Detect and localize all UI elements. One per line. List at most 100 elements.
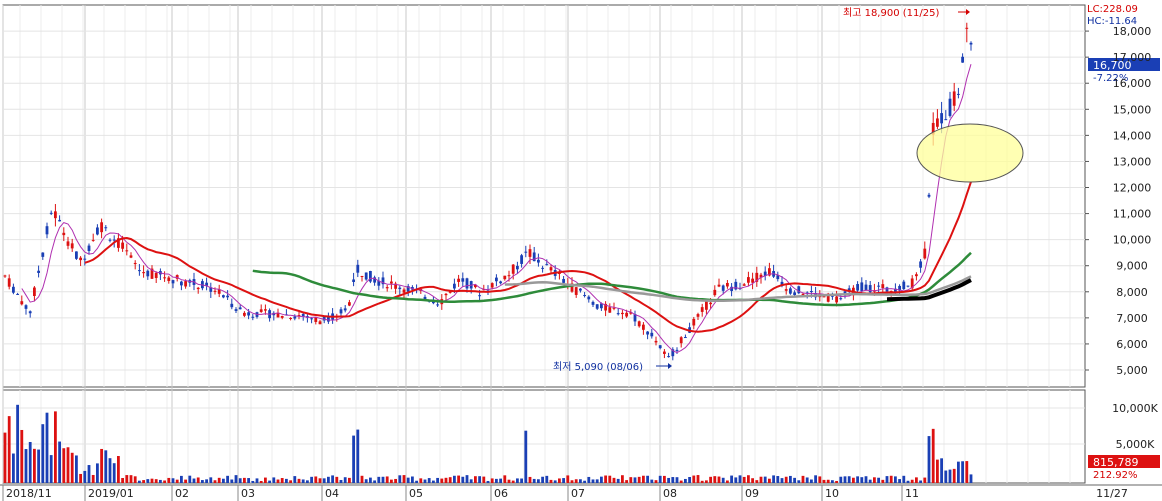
- volume-bar: [440, 478, 444, 483]
- volume-bar: [7, 416, 11, 483]
- volume-bar: [264, 477, 267, 483]
- candle-body: [650, 332, 654, 337]
- candle-body: [91, 239, 95, 241]
- candle-body: [511, 264, 515, 274]
- volume-bar: [520, 478, 523, 483]
- candle-body: [444, 293, 448, 296]
- volume-bar: [608, 475, 612, 483]
- grid: [2, 4, 1086, 484]
- volume-bar: [217, 477, 221, 483]
- candle-body: [184, 281, 187, 287]
- volume-bar: [360, 475, 364, 483]
- price-tick-label: 16,000: [1113, 77, 1152, 90]
- volume-bar: [658, 475, 662, 483]
- volume-bar: [66, 447, 70, 483]
- volume-bar: [419, 478, 423, 483]
- volume-bar: [364, 479, 368, 483]
- volume-bar: [915, 477, 918, 483]
- candle-body: [352, 279, 355, 282]
- candle-body: [490, 283, 494, 288]
- volume-bar: [805, 477, 809, 483]
- volume-bar: [314, 476, 318, 483]
- candle-body: [503, 275, 507, 280]
- candle-body: [961, 56, 964, 63]
- candle-body: [642, 324, 645, 330]
- volume-bar: [898, 479, 901, 483]
- candle-body: [923, 248, 927, 259]
- candle-body: [314, 317, 318, 322]
- candle-body: [33, 287, 36, 296]
- candle-body: [784, 289, 788, 291]
- volume-bar: [742, 476, 746, 483]
- volume-bar: [759, 476, 763, 483]
- volume-bar: [3, 432, 7, 483]
- x-tick-label: 10: [825, 487, 839, 500]
- candle-body: [608, 307, 612, 313]
- candle-body: [591, 301, 595, 305]
- volume-bar: [671, 477, 675, 483]
- volume-bar: [894, 476, 897, 483]
- volume-bar: [881, 479, 885, 483]
- volume-bar: [272, 477, 276, 483]
- volume-bar: [79, 473, 82, 483]
- candle-body: [45, 226, 49, 235]
- volume-current-pct: 212.92%: [1093, 470, 1138, 481]
- candle-body: [877, 285, 880, 287]
- volume-bar: [285, 478, 288, 483]
- volume-bar: [633, 477, 637, 483]
- candle-body: [247, 312, 250, 316]
- volume-bar: [280, 478, 284, 483]
- candle-body: [839, 298, 843, 300]
- volume-bar: [768, 478, 771, 483]
- candle-body: [868, 285, 872, 293]
- volume-bar: [726, 480, 729, 483]
- volume-bar: [558, 478, 561, 483]
- candle-body: [679, 337, 683, 344]
- volume-bar: [87, 465, 91, 483]
- candle-body: [751, 278, 754, 283]
- candle-body: [146, 270, 150, 277]
- volume-bar: [847, 476, 851, 483]
- volume-bar: [537, 479, 540, 483]
- candle-body: [180, 281, 183, 286]
- volume-bar: [482, 476, 486, 483]
- candle-body: [663, 351, 666, 354]
- volume-bar: [196, 477, 200, 483]
- volume-bar: [583, 480, 586, 483]
- volume-bar: [297, 478, 301, 483]
- candle-body: [667, 356, 670, 358]
- candle-body: [810, 291, 813, 293]
- volume-bar: [516, 478, 519, 483]
- candle-body: [726, 282, 729, 287]
- volume-bar: [969, 474, 973, 483]
- candle-body: [574, 287, 578, 295]
- volume-bar: [75, 455, 78, 483]
- volume-bar: [721, 477, 725, 483]
- volume-bar: [230, 479, 234, 483]
- candle-body: [49, 212, 53, 214]
- volume-bar: [415, 480, 418, 483]
- candle-body: [692, 318, 696, 326]
- volume-bar: [352, 435, 355, 483]
- volume-bar: [675, 477, 679, 483]
- volume-bar: [700, 480, 704, 483]
- volume-bar: [276, 479, 280, 483]
- volume-bar: [255, 478, 259, 483]
- candle-body: [348, 302, 351, 306]
- volume-bar: [940, 458, 943, 483]
- volume-bar: [490, 478, 494, 483]
- candle-body: [461, 278, 465, 282]
- price-tick-label: 11,000: [1113, 208, 1152, 221]
- volume-bar: [616, 478, 620, 483]
- volume-bar: [150, 478, 154, 483]
- volume-bar: [574, 479, 578, 483]
- candle-body: [28, 311, 32, 314]
- candle-body: [58, 219, 61, 222]
- volume-bar: [511, 480, 515, 483]
- candle-body: [142, 272, 145, 274]
- candle-body: [154, 272, 158, 278]
- candle-body: [700, 307, 704, 312]
- candle-body: [398, 287, 402, 290]
- candle-body: [457, 278, 460, 282]
- candle-body: [222, 295, 225, 298]
